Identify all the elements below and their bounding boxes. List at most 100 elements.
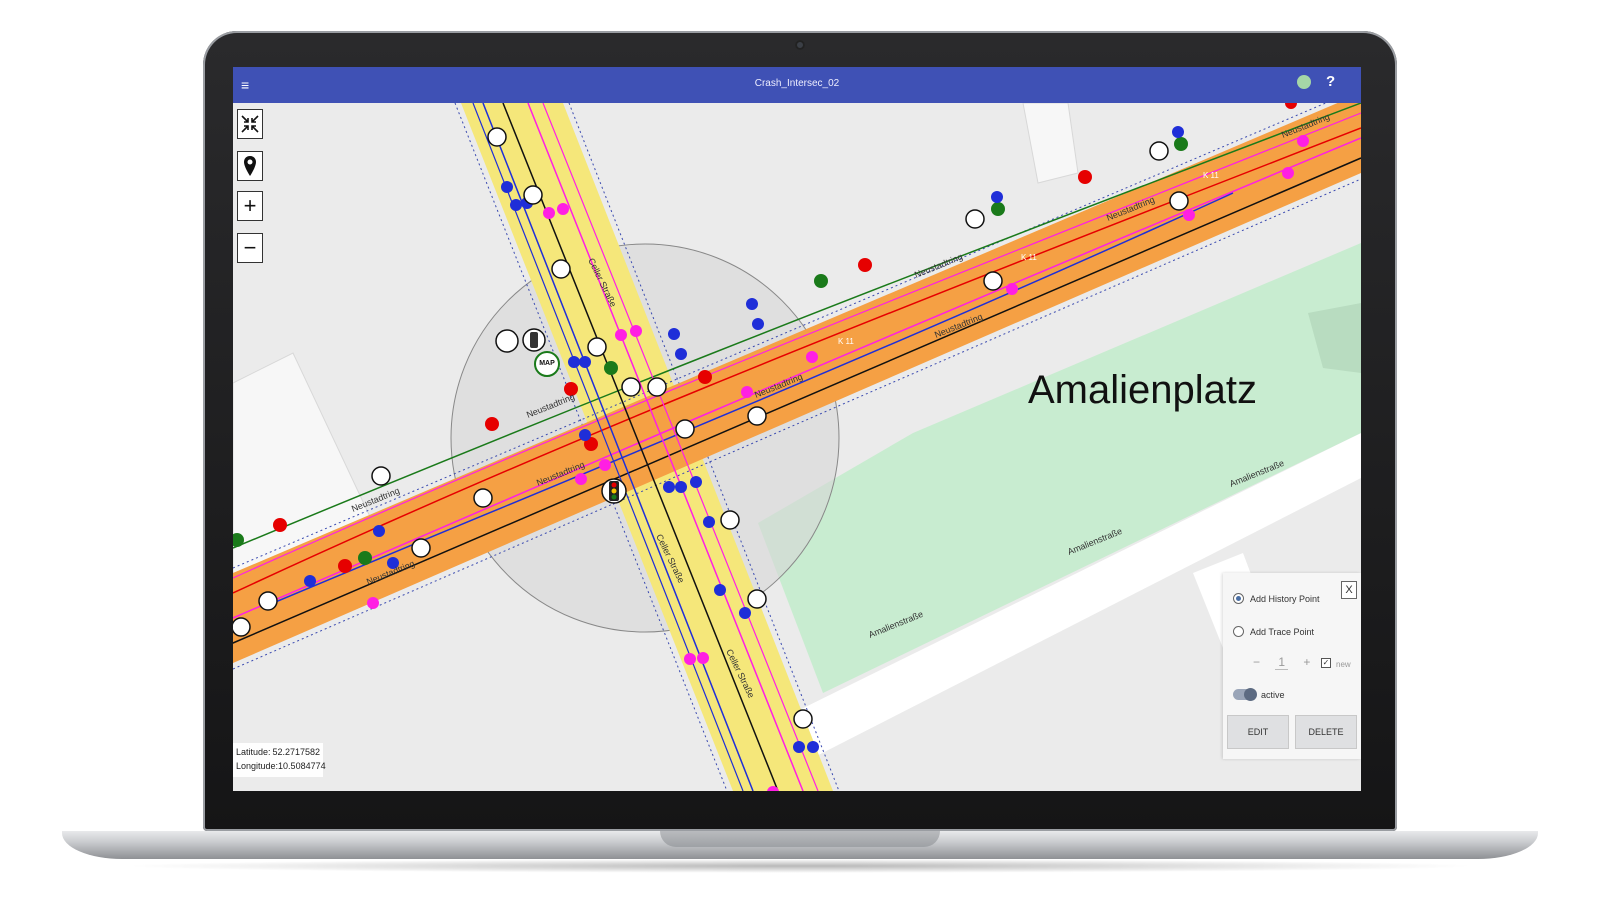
vehicle-marker — [473, 488, 493, 508]
point-panel: X Add History Point Add Trace Point − 1 … — [1223, 573, 1361, 759]
point-magenta — [630, 325, 642, 337]
point-blue — [1172, 126, 1184, 138]
label-k11: K 11 — [1021, 253, 1037, 262]
add-trace-point-label: Add Trace Point — [1250, 627, 1315, 637]
add-history-point-radio[interactable] — [1233, 593, 1244, 604]
vehicle-marker — [621, 377, 641, 397]
label-k11: K 11 — [1203, 171, 1219, 180]
laptop-shadow — [120, 859, 1480, 873]
point-blue — [714, 584, 726, 596]
active-toggle[interactable] — [1233, 688, 1257, 701]
point-magenta — [741, 386, 753, 398]
latitude-value: 52.2717582 — [272, 747, 320, 757]
new-label: new — [1336, 660, 1351, 669]
laptop-notch — [660, 831, 940, 847]
point-blue — [807, 741, 819, 753]
vehicle-marker — [747, 406, 767, 426]
point-blue — [668, 328, 680, 340]
point-red — [1078, 170, 1092, 184]
point-green — [604, 361, 618, 375]
point-magenta — [557, 203, 569, 215]
point-green — [814, 274, 828, 288]
point-red — [485, 417, 499, 431]
point-magenta — [367, 597, 379, 609]
vehicle-marker — [965, 209, 985, 229]
window-title: Crash_Intersec_02 — [754, 78, 840, 89]
vehicle-marker — [495, 329, 519, 353]
vehicle-marker — [411, 538, 431, 558]
webcam — [795, 40, 805, 50]
stepper-plus-button[interactable]: + — [1303, 655, 1310, 669]
point-magenta — [697, 652, 709, 664]
point-blue — [510, 199, 522, 211]
point-magenta — [615, 329, 627, 341]
zoom-in-button[interactable]: + — [237, 191, 263, 221]
fit-extent-icon — [241, 115, 259, 133]
point-red — [338, 559, 352, 573]
vehicle-marker — [233, 617, 251, 637]
app-screen: MAP Neustadtring Neustadtring Neustadtri… — [233, 67, 1361, 791]
active-label: active — [1261, 690, 1285, 700]
label-k11: K 11 — [838, 337, 854, 346]
point-stepper: − 1 + — [1253, 655, 1310, 670]
vehicle-marker — [1169, 191, 1189, 211]
point-green — [1174, 137, 1188, 151]
locate-button[interactable] — [237, 151, 263, 181]
vehicle-marker — [551, 259, 571, 279]
vehicle-marker — [523, 185, 543, 205]
point-magenta — [543, 207, 555, 219]
vehicle-marker — [647, 377, 667, 397]
stepper-minus-button[interactable]: − — [1253, 655, 1260, 669]
point-blue — [703, 516, 715, 528]
point-blue — [663, 481, 675, 493]
add-trace-point-radio[interactable] — [1233, 626, 1244, 637]
map-canvas[interactable]: MAP Neustadtring Neustadtring Neustadtri… — [233, 103, 1361, 791]
point-blue — [793, 741, 805, 753]
point-blue — [675, 348, 687, 360]
vehicle-marker — [487, 127, 507, 147]
latitude-label: Latitude: — [236, 747, 271, 757]
point-magenta — [1006, 283, 1018, 295]
fit-extent-button[interactable] — [237, 109, 263, 139]
point-blue — [991, 191, 1003, 203]
point-blue — [752, 318, 764, 330]
point-blue — [746, 298, 758, 310]
point-red — [273, 518, 287, 532]
map-badge: MAP — [539, 360, 555, 367]
vehicle-marker — [675, 419, 695, 439]
vehicle-marker — [371, 466, 391, 486]
rsu-device-icon — [530, 332, 538, 348]
new-checkbox[interactable]: ✓ — [1321, 658, 1331, 668]
point-blue — [579, 356, 591, 368]
point-magenta — [684, 653, 696, 665]
place-label-amalienplatz: Amalienplatz — [1028, 368, 1257, 412]
close-panel-button[interactable]: X — [1341, 581, 1357, 599]
vehicle-marker — [747, 589, 767, 609]
point-blue — [501, 181, 513, 193]
point-blue — [690, 476, 702, 488]
app-header: ≡ Crash_Intersec_02 ? — [233, 67, 1361, 103]
stepper-value[interactable]: 1 — [1275, 655, 1289, 670]
point-blue — [304, 575, 316, 587]
point-blue — [675, 481, 687, 493]
point-blue — [373, 525, 385, 537]
zoom-out-button[interactable]: − — [237, 233, 263, 263]
connection-status-icon — [1297, 75, 1311, 89]
help-icon[interactable]: ? — [1326, 73, 1335, 90]
edit-button[interactable]: EDIT — [1227, 715, 1289, 749]
coordinates-readout: Latitude: 52.2717582 Longitude: 10.5084774 — [233, 743, 326, 777]
vehicle-marker — [1149, 141, 1169, 161]
vehicle-marker — [793, 709, 813, 729]
location-pin-icon — [244, 156, 256, 176]
longitude-value: 10.5084774 — [278, 761, 326, 771]
add-history-point-label: Add History Point — [1250, 594, 1320, 604]
delete-button[interactable]: DELETE — [1295, 715, 1357, 749]
point-magenta — [599, 459, 611, 471]
point-magenta — [575, 473, 587, 485]
point-red — [858, 258, 872, 272]
point-green — [991, 202, 1005, 216]
point-magenta — [806, 351, 818, 363]
vehicle-marker — [258, 591, 278, 611]
point-blue — [568, 356, 580, 368]
point-magenta — [1282, 167, 1294, 179]
